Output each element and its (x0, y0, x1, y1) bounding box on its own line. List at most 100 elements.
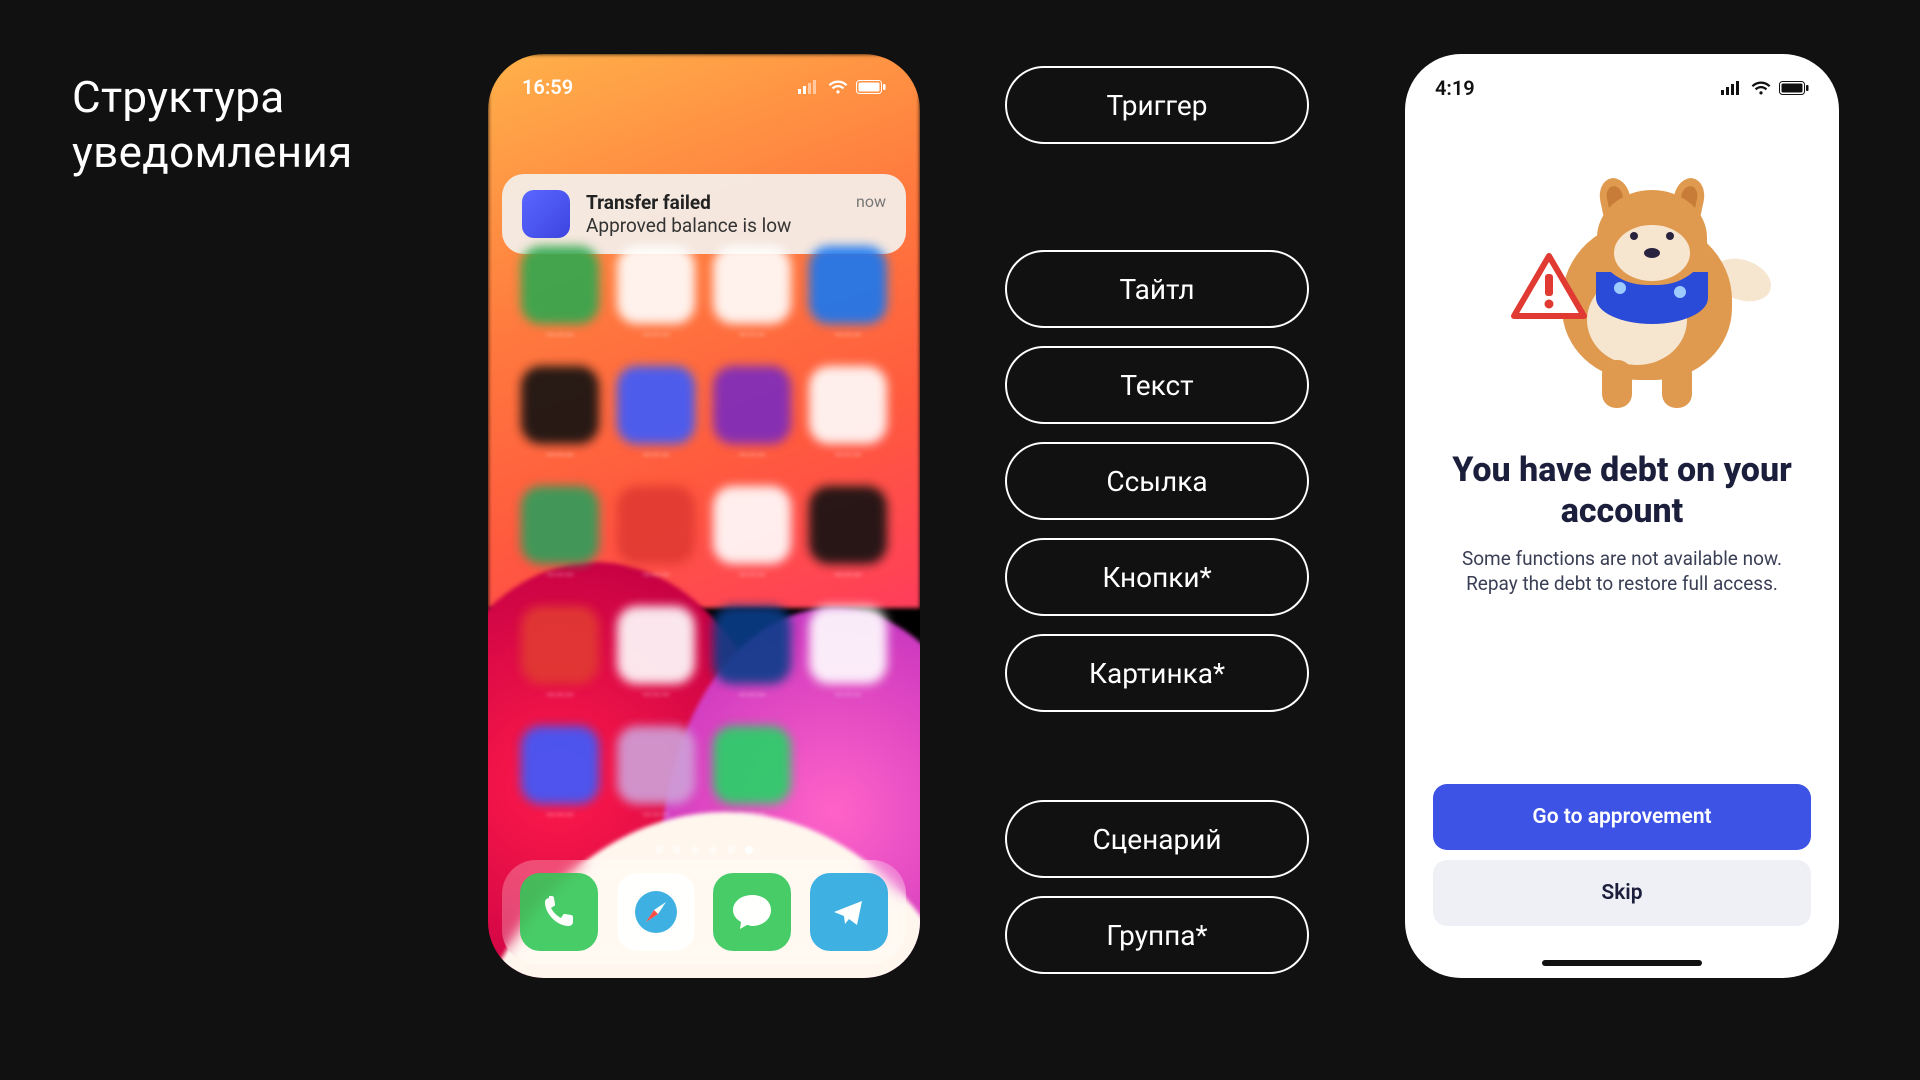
home-screen-app[interactable]: ——— (713, 726, 791, 822)
home-screen-app[interactable]: ——— (521, 366, 599, 462)
home-screen-app[interactable]: ——— (521, 726, 599, 822)
app-label: ——— (546, 568, 574, 582)
pager-dot (691, 846, 699, 854)
app-label: ——— (834, 688, 862, 702)
page-indicator (488, 846, 920, 854)
app-label: ——— (642, 808, 670, 822)
app-icon (521, 366, 599, 444)
home-screen-app[interactable]: ——— (713, 486, 791, 582)
home-screen-app[interactable]: ——— (521, 246, 599, 342)
pill-text: Текст (1005, 346, 1309, 424)
notification-title: Transfer failed (586, 191, 840, 214)
app-icon (713, 726, 791, 804)
skip-button[interactable]: Skip (1433, 860, 1811, 926)
home-screen-app[interactable]: ——— (809, 606, 887, 702)
app-icon (809, 606, 887, 684)
app-icon (521, 726, 599, 804)
status-bar: 16:59 (488, 54, 920, 120)
notification-time: now (856, 192, 886, 211)
app-label: ——— (546, 688, 574, 702)
app-icon (521, 246, 599, 324)
battery-icon (1779, 81, 1809, 95)
app-icon (809, 246, 887, 324)
home-screen-app[interactable]: ——— (713, 366, 791, 462)
home-screen-app[interactable]: ——— (521, 486, 599, 582)
app-label: ——— (546, 448, 574, 462)
app-label: ——— (642, 328, 670, 342)
warning-triangle-icon (1510, 252, 1588, 320)
status-bar: 4:19 (1405, 54, 1839, 100)
dock-app-messages[interactable] (713, 873, 791, 951)
home-screen-app[interactable]: ——— (809, 246, 887, 342)
dock-app-phone[interactable] (520, 873, 598, 951)
app-label: ——— (642, 688, 670, 702)
pill-title: Тайтл (1005, 250, 1309, 328)
app-label: ——— (834, 568, 862, 582)
screen-body-text: Some functions are not available now. Re… (1405, 546, 1839, 597)
pill-scenario: Сценарий (1005, 800, 1309, 878)
home-screen-app[interactable]: ——— (809, 366, 887, 462)
app-icon (713, 246, 791, 324)
cellular-signal-icon (798, 80, 820, 94)
dock-app-safari[interactable] (617, 873, 695, 951)
battery-icon (856, 80, 886, 94)
app-icon (713, 486, 791, 564)
app-icon (521, 606, 599, 684)
notification-structure-labels: Триггер Тайтл Текст Ссылка Кнопки* Карти… (1005, 66, 1309, 974)
pill-image: Картинка* (1005, 634, 1309, 712)
app-icon (809, 486, 887, 564)
app-icon (617, 366, 695, 444)
app-label: ——— (738, 568, 766, 582)
wifi-icon (828, 80, 848, 94)
go-to-approvement-button[interactable]: Go to approvement (1433, 784, 1811, 850)
home-screen-app[interactable]: ——— (713, 606, 791, 702)
app-icon (713, 366, 791, 444)
notification-text: Approved balance is low (586, 214, 840, 237)
app-label: ——— (642, 568, 670, 582)
pager-dot (655, 846, 663, 854)
push-notification[interactable]: Transfer failed Approved balance is low … (502, 174, 906, 254)
app-label: ——— (546, 328, 574, 342)
screen-title: You have debt on your account (1405, 440, 1839, 546)
pill-buttons: Кнопки* (1005, 538, 1309, 616)
home-screen-app[interactable]: ——— (617, 246, 695, 342)
dock (502, 860, 906, 964)
home-screen-app[interactable]: ——— (713, 246, 791, 342)
heading-line-2: уведомления (72, 125, 353, 180)
pill-group: Группа* (1005, 896, 1309, 974)
app-icon (617, 486, 695, 564)
dock-app-telegram[interactable] (810, 873, 888, 951)
home-screen-app[interactable]: ——— (617, 486, 695, 582)
app-icon (617, 606, 695, 684)
pill-trigger: Триггер (1005, 66, 1309, 144)
app-label: ——— (834, 328, 862, 342)
app-label: ——— (738, 448, 766, 462)
app-label: ——— (738, 808, 766, 822)
pager-dot (673, 846, 681, 854)
home-screen-app[interactable]: ——— (521, 606, 599, 702)
app-label: ——— (546, 808, 574, 822)
phone-mockup-debt-screen: 4:19 (1405, 54, 1839, 978)
app-icon (617, 246, 695, 324)
notification-app-icon (522, 190, 570, 238)
app-label: ——— (834, 448, 862, 462)
app-icon (617, 726, 695, 804)
home-screen-app[interactable]: ——— (617, 606, 695, 702)
pager-dot (727, 846, 735, 854)
status-time: 4:19 (1435, 76, 1475, 100)
app-label: ——— (738, 688, 766, 702)
home-screen-app[interactable]: ——— (617, 726, 695, 822)
app-icon (521, 486, 599, 564)
home-screen-app[interactable]: ——— (617, 366, 695, 462)
wifi-icon (1751, 81, 1771, 95)
home-screen-app-grid: ——— ——— ——— ——— ——— ——— ——— ——— ——— ——— ——— ——— ——— —… (488, 246, 920, 838)
slide-heading: Структура уведомления (72, 70, 353, 180)
pager-dot (745, 846, 753, 854)
home-indicator (1542, 960, 1702, 966)
app-label: ——— (642, 448, 670, 462)
pager-dot (709, 846, 717, 854)
dog-warning-illustration (1492, 180, 1752, 410)
pill-link: Ссылка (1005, 442, 1309, 520)
home-screen-app[interactable]: ——— (809, 486, 887, 582)
app-icon (809, 366, 887, 444)
